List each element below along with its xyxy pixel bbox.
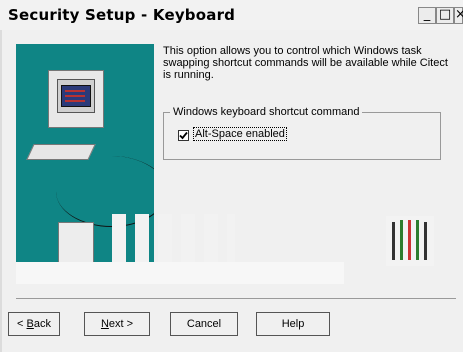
minimize-button[interactable]: _ <box>418 7 436 24</box>
checkmark-icon <box>179 131 188 140</box>
alt-space-checkbox[interactable] <box>178 130 189 141</box>
group-label: Windows keyboard shortcut command <box>170 106 363 118</box>
window-title: Security Setup - Keyboard <box>8 6 236 24</box>
computer-illustration-icon <box>16 44 154 272</box>
description-text: This option allows you to control which … <box>163 45 448 81</box>
monitor-icon <box>48 70 104 128</box>
alt-space-label[interactable]: Alt-Space enabled <box>193 127 287 141</box>
close-button[interactable]: × <box>454 7 463 24</box>
title-bar: Security Setup - Keyboard _ □ × <box>0 0 463 30</box>
maximize-button[interactable]: □ <box>436 7 454 24</box>
window-border <box>0 30 2 352</box>
back-button[interactable]: < Back <box>8 312 60 336</box>
wizard-thumbnail-icon <box>386 216 434 266</box>
cancel-button[interactable]: Cancel <box>170 312 238 336</box>
help-button[interactable]: Help <box>256 312 330 336</box>
button-separator <box>16 298 456 299</box>
next-button[interactable]: Next > <box>84 312 150 336</box>
keyboard-icon <box>26 144 96 160</box>
render-artifact-band <box>16 262 344 284</box>
